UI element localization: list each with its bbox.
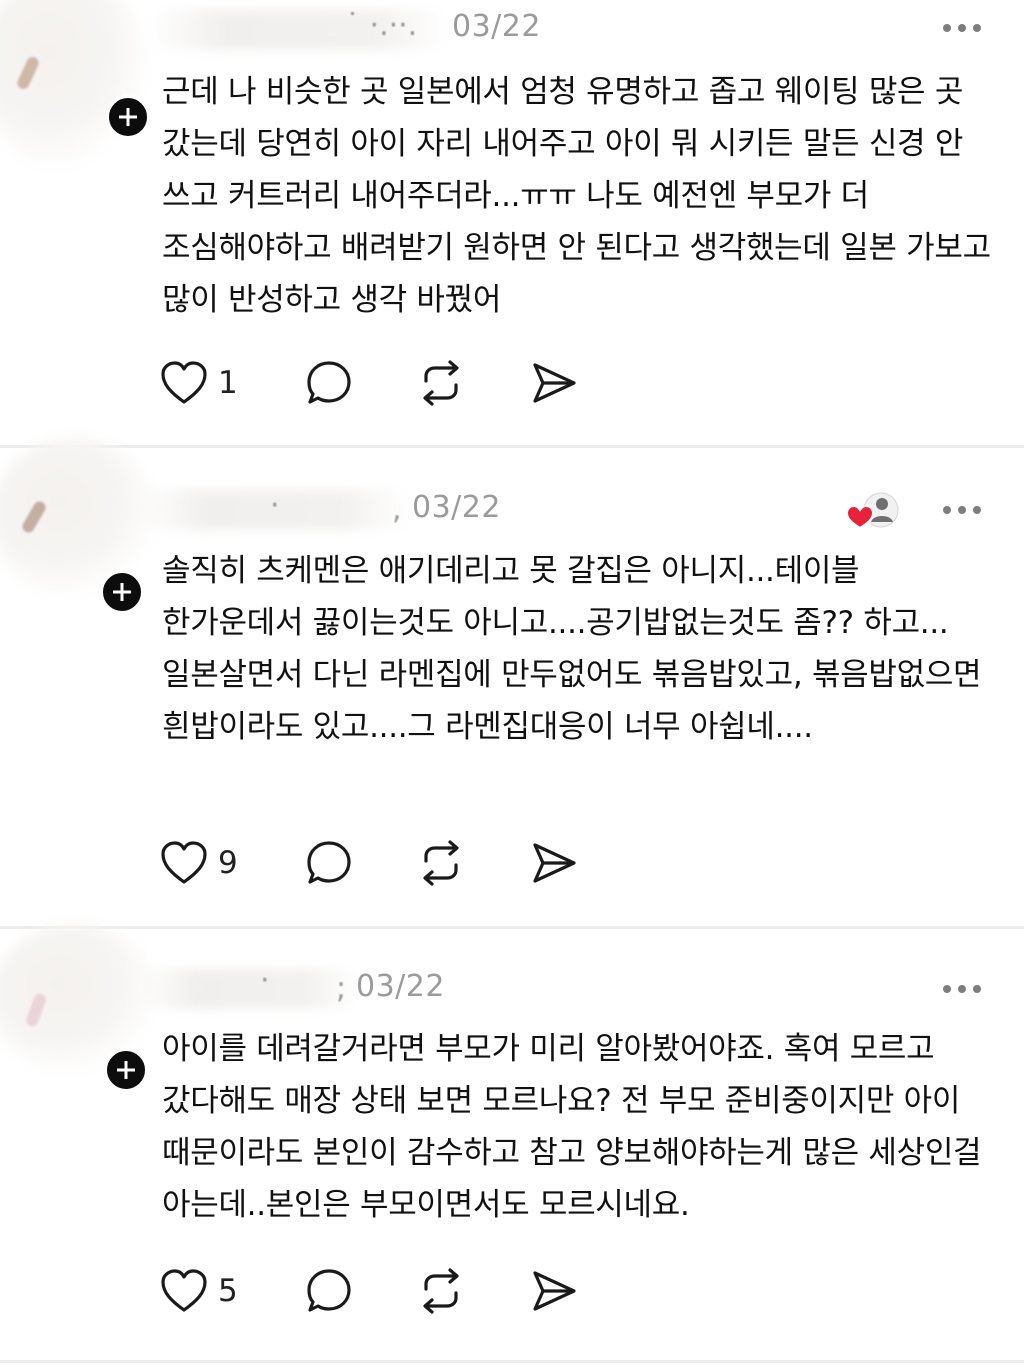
comment-button[interactable] — [305, 838, 353, 888]
follow-plus-badge[interactable] — [106, 95, 150, 139]
timestamp: 03/22 — [412, 490, 501, 525]
follow-plus-badge[interactable] — [104, 1048, 148, 1092]
more-icon[interactable] — [942, 504, 982, 516]
repost-icon — [423, 1268, 459, 1314]
post-actions: 1 — [160, 358, 600, 408]
liked-by-author-indicator — [845, 492, 899, 534]
like-button[interactable]: 1 — [160, 358, 238, 408]
like-button[interactable]: 5 — [160, 1266, 238, 1316]
post-actions: 5 — [160, 1266, 600, 1316]
share-button[interactable] — [530, 1266, 578, 1316]
post-3: · ; 03/22 아이를 데려갈거라면 부모가 미리 알아봤어야죠. 혹여 모… — [0, 924, 1024, 1365]
repost-icon — [423, 360, 459, 406]
like-count: 5 — [218, 1273, 238, 1309]
send-icon — [533, 363, 576, 403]
share-button[interactable] — [530, 358, 578, 408]
timestamp: 03/22 — [452, 9, 541, 44]
username-fragment: · — [270, 488, 280, 523]
like-button[interactable]: 9 — [160, 838, 238, 888]
share-button[interactable] — [530, 838, 578, 888]
more-icon[interactable] — [942, 983, 982, 995]
send-icon — [533, 1271, 576, 1311]
heart-icon — [161, 841, 207, 884]
like-count: 9 — [218, 845, 238, 881]
post-divider — [0, 1360, 1024, 1363]
post-2: · , 03/22 솔직히 츠케멘은 애기데리고 못 갈집은 아니지...테이블… — [0, 438, 1024, 926]
username-fragment: , — [392, 492, 402, 527]
post-body-text: 아이를 데려갈거라면 부모가 미리 알아봤어야죠. 혹여 모르고 갔다해도 매장… — [162, 1031, 982, 1223]
repost-button[interactable] — [416, 358, 466, 408]
avatar-obscured[interactable] — [0, 438, 160, 598]
comment-button[interactable] — [305, 1266, 353, 1316]
comment-icon — [307, 841, 351, 884]
post-body-text: 근데 나 비슷한 곳 일본에서 엄청 유명하고 좁고 웨이팅 많은 곳 갔는데 … — [162, 74, 991, 318]
comment-button[interactable] — [305, 358, 353, 408]
repost-button[interactable] — [416, 1266, 466, 1316]
comment-icon — [307, 1269, 351, 1312]
follow-plus-badge[interactable] — [100, 570, 144, 614]
author-avatar-icon — [845, 492, 899, 530]
heart-filled-icon — [845, 504, 875, 530]
send-icon — [533, 843, 576, 883]
username-obscured[interactable] — [140, 969, 360, 1009]
comment-icon — [307, 361, 351, 404]
heart-icon — [161, 361, 207, 404]
repost-icon — [423, 840, 459, 886]
post-actions: 9 — [160, 838, 600, 888]
username-fragment: · — [260, 963, 270, 998]
username-fragment: ˙ ·.··. — [345, 8, 418, 43]
post-body-text: 솔직히 츠케멘은 애기데리고 못 갈집은 아니지...테이블 한가운데서 끓이는… — [162, 553, 982, 745]
repost-button[interactable] — [416, 838, 466, 888]
heart-icon — [161, 1269, 207, 1312]
more-icon[interactable] — [942, 22, 982, 34]
timestamp: 03/22 — [356, 969, 445, 1004]
username-fragment: ; — [336, 971, 347, 1006]
like-count: 1 — [218, 365, 238, 401]
post-1: ˙ ·.··. 03/22 근데 나 비슷한 곳 일본에서 엄청 유명하고 좁고… — [0, 0, 1024, 445]
